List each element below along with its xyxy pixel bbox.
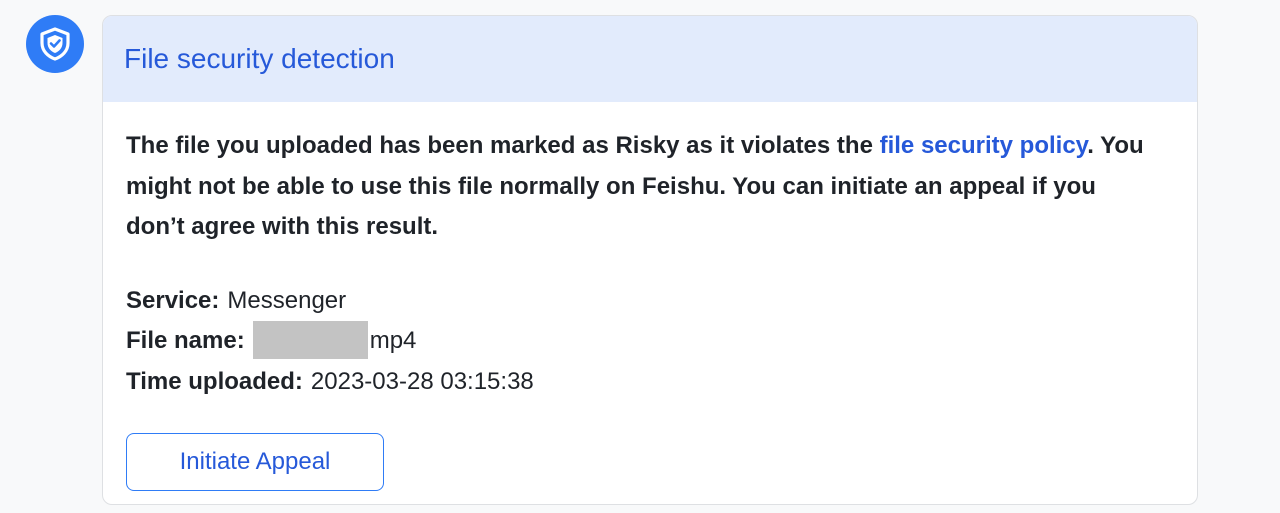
alert-message-text-1: The file you uploaded has been marked as… bbox=[126, 132, 880, 159]
time-uploaded-label: Time uploaded: bbox=[126, 367, 303, 395]
file-details: Service: Messenger File name: mp4 Time upl… bbox=[126, 281, 1174, 403]
security-alert-card: File security detection The file you upl… bbox=[102, 15, 1198, 505]
alert-message: The file you uploaded has been marked as… bbox=[126, 126, 1156, 248]
time-uploaded-value: 2023-03-28 03:15:38 bbox=[310, 367, 534, 395]
service-label: Service: bbox=[126, 286, 220, 314]
service-row: Service: Messenger bbox=[126, 281, 1174, 322]
file-extension: mp4 bbox=[369, 327, 417, 354]
file-security-policy-link[interactable]: file security policy bbox=[880, 132, 1088, 159]
redacted-file-name bbox=[252, 320, 368, 359]
file-name-row: File name: mp4 bbox=[126, 320, 1174, 362]
card-body: The file you uploaded has been marked as… bbox=[103, 102, 1197, 491]
file-name-label: File name: bbox=[126, 327, 245, 354]
time-uploaded-row: Time uploaded: 2023-03-28 03:15:38 bbox=[126, 362, 1174, 403]
card-title: File security detection bbox=[124, 43, 395, 74]
bot-avatar[interactable] bbox=[26, 15, 84, 73]
shield-check-icon bbox=[40, 27, 70, 61]
initiate-appeal-button[interactable]: Initiate Appeal bbox=[126, 433, 384, 491]
service-value: Messenger bbox=[227, 286, 347, 314]
card-header: File security detection bbox=[103, 16, 1197, 102]
